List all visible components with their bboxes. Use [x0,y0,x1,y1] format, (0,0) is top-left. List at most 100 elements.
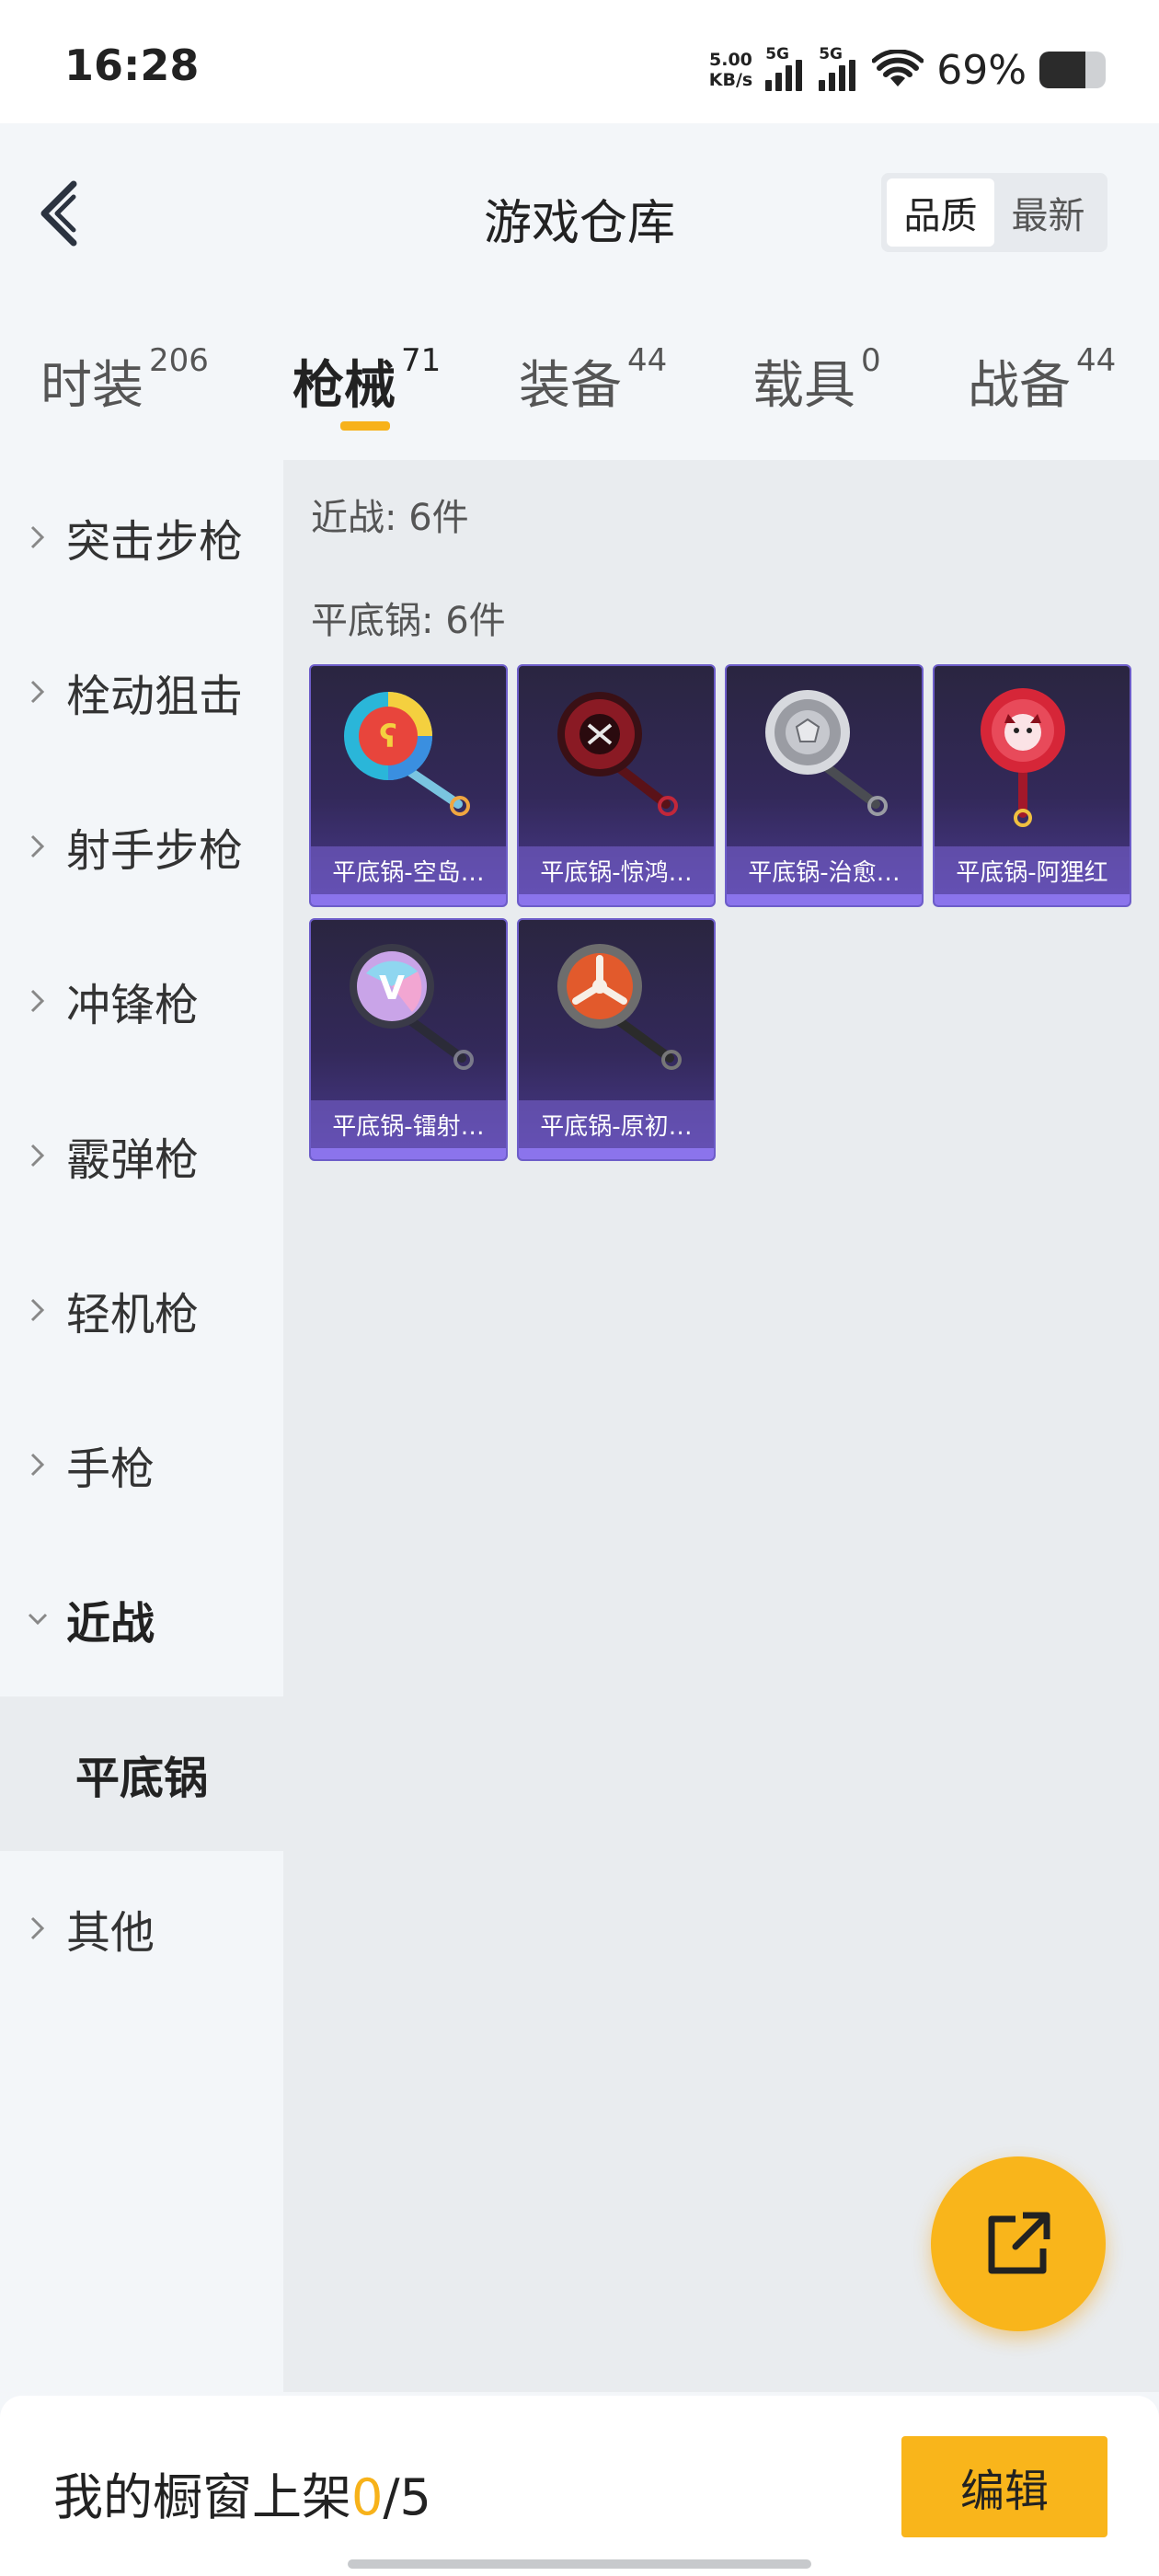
battery-icon [1039,52,1106,88]
sidebar-item-smg[interactable]: 冲锋枪 [0,924,283,1078]
header: 游戏仓库 品质 最新 [0,123,1159,298]
sidebar-item-lmg[interactable]: 轻机枪 [0,1233,283,1387]
home-indicator[interactable] [348,2559,811,2569]
shelf-current-count: 0 [351,2468,384,2526]
chevron-right-icon [30,1916,45,1940]
rarity-bar [727,894,922,905]
network-speed: 5.00 KB/s [709,50,752,90]
tab-label: 装备 [519,356,622,416]
tab-count: 71 [401,342,442,379]
item-name: 平底锅-阿狸红 [935,846,1130,894]
group-title: 平底锅: 6件 [311,600,506,642]
item-card[interactable]: 平底锅-惊鸿… [517,664,716,907]
share-export-icon [988,2212,1050,2274]
tab-vehicles[interactable]: 载具 0 [752,342,881,419]
share-button[interactable] [931,2156,1106,2331]
sidebar-item-melee[interactable]: 近战 [0,1542,283,1696]
battery-percent: 69% [936,46,1027,94]
status-icons: 5.00 KB/s 5G 5G 69% [709,42,1106,98]
item-card[interactable]: 平底锅-阿狸红 [933,664,1131,907]
rarity-bar [519,894,714,905]
sidebar-item-label: 霰弹枪 [66,1134,200,1186]
cell-signal-2-icon: 5G [819,45,859,91]
item-card[interactable]: V 平底锅-镭射… [309,918,508,1161]
item-name: 平底锅-治愈… [727,846,922,894]
cell-signal-icon: 5G [765,45,806,91]
chevron-right-icon [30,1453,45,1477]
tab-fashion[interactable]: 时装 206 [40,342,209,419]
sidebar-item-label: 手枪 [66,1443,155,1495]
chevron-right-icon [30,1144,45,1167]
item-name: 平底锅-原初… [519,1100,714,1148]
sort-toggle: 品质 最新 [881,173,1107,252]
bottom-bar: 我的橱窗上架0/5 编辑 [0,2396,1159,2576]
item-name: 平底锅-镭射… [311,1100,506,1148]
sidebar-item-pistol[interactable]: 手枪 [0,1387,283,1542]
sort-newest-button[interactable]: 最新 [994,178,1102,247]
chevron-right-icon [30,680,45,704]
sidebar-subitem-label: 平底锅 [75,1753,208,1804]
item-card[interactable]: 平底锅-治愈… [725,664,924,907]
chevron-right-icon [30,834,45,858]
chevron-right-icon [30,1298,45,1322]
status-time: 16:28 [64,40,200,90]
chevron-right-icon [30,525,45,549]
category-title: 近战: 6件 [311,497,469,539]
tab-label: 枪械 [293,356,396,416]
edit-button[interactable]: 编辑 [901,2436,1107,2537]
sidebar-item-bolt-sniper[interactable]: 栓动狙击 [0,615,283,769]
wifi-icon [872,50,924,86]
svg-text:ʕ: ʕ [379,719,396,755]
net-speed-value: 5.00 [709,50,752,70]
item-card[interactable]: 平底锅-原初… [517,918,716,1161]
tab-count: 206 [149,342,209,379]
frying-pan-skyisland-icon: ʕ [344,692,470,816]
tab-count: 44 [627,342,668,379]
sig1-label: 5G [765,45,789,63]
tab-label: 载具 [752,356,855,416]
sidebar-item-other[interactable]: 其他 [0,1851,283,2006]
sidebar-item-label: 突击步枪 [66,516,244,568]
tab-label: 战备 [968,356,1071,416]
frying-pan-healing-icon [765,690,888,816]
sig2-label: 5G [819,45,843,63]
tab-equipment[interactable]: 装备 44 [519,342,668,419]
sidebar-item-assault-rifle[interactable]: 突击步枪 [0,460,283,615]
category-tabs: 时装 206 枪械 71 装备 44 载具 0 战备 44 [0,331,1159,460]
rarity-bar [935,894,1130,905]
rarity-bar [519,1148,714,1159]
tab-count: 0 [861,342,881,379]
frying-pan-ali-red-icon [981,688,1065,827]
tab-supplies[interactable]: 战备 44 [968,342,1117,419]
chevron-right-icon [30,989,45,1013]
svg-text:V: V [379,970,405,1007]
item-card[interactable]: ʕ 平底锅-空岛… [309,664,508,907]
item-name: 平底锅-惊鸿… [519,846,714,894]
rarity-bar [311,1148,506,1159]
sidebar-item-label: 射手步枪 [66,825,244,877]
sidebar-item-shotgun[interactable]: 霰弹枪 [0,1078,283,1233]
sidebar-item-label: 栓动狙击 [66,671,244,722]
tab-count: 44 [1076,342,1117,379]
tab-label: 时装 [40,356,143,416]
sidebar-item-label: 轻机枪 [66,1289,200,1340]
active-tab-indicator [340,421,390,431]
sidebar-item-label: 冲锋枪 [66,980,200,1031]
status-bar: 16:28 5.00 KB/s 5G 5G 69% [0,0,1159,123]
chevron-down-icon [28,1613,48,1626]
frying-pan-laser-icon: V [350,944,474,1070]
shelf-status: 我的橱窗上架0/5 [53,2456,431,2529]
shelf-total-count: /5 [383,2468,431,2526]
sidebar-item-marksman-rifle[interactable]: 射手步枪 [0,769,283,924]
sidebar-subitem-frying-pan[interactable]: 平底锅 [0,1696,283,1851]
shelf-label: 我的橱窗上架 [53,2468,351,2526]
sort-quality-button[interactable]: 品质 [887,178,994,247]
tab-guns[interactable]: 枪械 71 [293,342,442,419]
frying-pan-origin-icon [557,944,682,1070]
sidebar-item-label: 近战 [66,1598,155,1650]
item-name: 平底锅-空岛… [311,846,506,894]
sidebar-item-label: 其他 [66,1907,155,1959]
item-content: 近战: 6件 平底锅: 6件 ʕ 平底锅-空岛… 平底锅-惊鸿… 平底锅-治愈…… [283,460,1159,2392]
rarity-bar [311,894,506,905]
net-speed-unit: KB/s [708,70,753,90]
